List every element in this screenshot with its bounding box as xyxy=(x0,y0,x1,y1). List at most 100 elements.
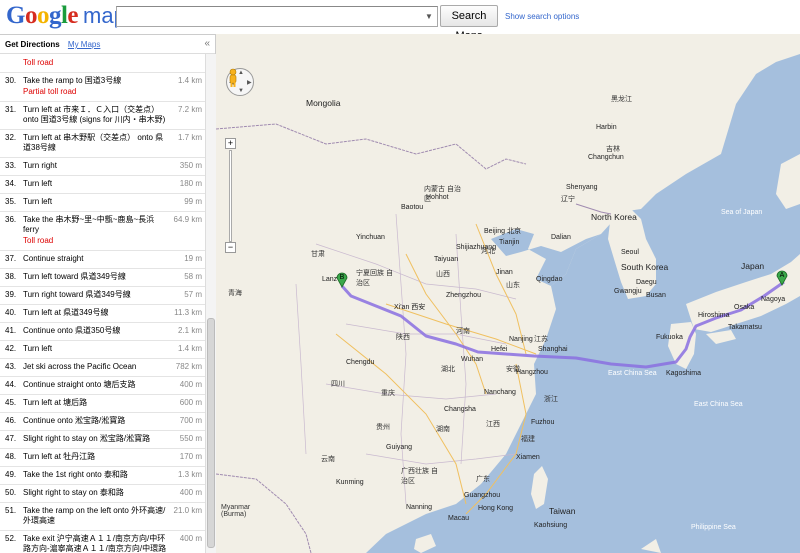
map-label-beijing: Beijing 北京 xyxy=(484,228,521,235)
map-label-japan: Japan xyxy=(741,261,765,271)
direction-step[interactable]: 42. Turn left 1.4 km xyxy=(0,341,205,359)
collapse-panel-icon[interactable]: « xyxy=(204,38,210,49)
direction-step[interactable]: 35. Turn left 99 m xyxy=(0,194,205,212)
pan-down-icon[interactable]: ▼ xyxy=(238,88,244,94)
step-instruction: Take exit 沪宁高速Ａ１１/南京方向/中环路方向-滬寧高速Ａ１１/南京方… xyxy=(23,534,167,553)
step-number: 51. xyxy=(5,506,17,515)
map-label-jinan: Jinan xyxy=(496,269,513,276)
step-instruction: Turn left xyxy=(23,344,53,353)
step-instruction: Take the ramp to 国道3号線 xyxy=(23,76,122,85)
step-distance: 11.3 km xyxy=(174,308,202,317)
marker-a-label: A xyxy=(780,272,785,279)
map-label-hiroshima: Hiroshima xyxy=(698,312,730,319)
panel-tabs: Get Directions My Maps « xyxy=(0,34,215,54)
map-label-south-korea: South Korea xyxy=(621,262,669,272)
map-label-guangzhou: Guangzhou xyxy=(464,492,501,499)
map-label-hong-kong: Hong Kong xyxy=(478,505,514,512)
map-label-changchun: Changchun xyxy=(588,154,624,161)
direction-step[interactable]: Toll road xyxy=(0,54,205,73)
step-instruction: Turn right toward 県道349号線 xyxy=(23,290,131,299)
map-label-zhejiang: 浙江 xyxy=(544,396,558,403)
direction-step[interactable]: 38. Turn left toward 県道349号線 58 m xyxy=(0,269,205,287)
map-label-mongolia: Mongolia xyxy=(306,98,341,108)
step-number: 35. xyxy=(5,197,17,206)
scrollbar-thumb[interactable] xyxy=(207,318,215,548)
search-input[interactable]: ▼ xyxy=(116,6,438,27)
step-distance: 21.0 km xyxy=(173,506,202,515)
map-label-busan: Busan xyxy=(646,292,666,299)
step-distance: 99 m xyxy=(184,197,202,206)
zoom-in-button[interactable]: + xyxy=(225,138,236,149)
step-instruction: Slight right to stay on 泰和路 xyxy=(23,488,124,497)
direction-step[interactable]: 51. Take the ramp on the left onto 外环高速/外… xyxy=(0,503,205,531)
direction-step[interactable]: 48. Turn left at 牡丹江路 170 m xyxy=(0,449,205,467)
step-distance: 7.2 km xyxy=(177,105,202,114)
route-marker-b[interactable]: B xyxy=(336,270,348,288)
search-maps-button[interactable]: Search Maps xyxy=(440,5,498,42)
map-canvas[interactable]: ▲ ◀ ▶ ▼ + − B A Mongolia North Korea Sou… xyxy=(216,34,800,553)
map-label-sichuan: 四川 xyxy=(331,381,345,388)
map-label-qingdao: Qingdao xyxy=(536,276,563,283)
direction-step[interactable]: 49. Take the 1st right onto 泰和路 1.3 km xyxy=(0,467,205,485)
panel-scrollbar[interactable] xyxy=(205,54,216,553)
directions-panel: Get Directions My Maps « Toll road 30. Tak… xyxy=(0,34,216,553)
map-label-liaoning: 辽宁 xyxy=(561,196,575,203)
hainan-island xyxy=(414,534,436,553)
direction-step[interactable]: 40. Turn left at 県道349号線 11.3 km xyxy=(0,305,205,323)
search-history-dropdown-icon[interactable]: ▼ xyxy=(421,7,437,26)
top-bar: Google maps ▼ Search Maps Show search op… xyxy=(0,0,800,42)
direction-step[interactable]: 45. Turn left at 塘后路 600 m xyxy=(0,395,205,413)
zoom-out-button[interactable]: − xyxy=(225,242,236,253)
step-number: 43. xyxy=(5,362,17,371)
map-label-lanzhou: Lanz xyxy=(322,276,338,283)
step-number: 52. xyxy=(5,534,17,543)
direction-step[interactable]: 36. Take the 串木野~里~中甑~鹿島~長浜 ferry 64.9 km T… xyxy=(0,212,205,251)
logo-letter: o xyxy=(24,2,38,29)
zoom-slider[interactable] xyxy=(229,150,232,242)
map-label-nanchang: Nanchang xyxy=(484,389,516,396)
step-distance: 58 m xyxy=(184,272,202,281)
step-instruction: Continue onto 県道350号線 xyxy=(23,326,121,335)
map-label-ningxia: 宁夏回族 自治区 xyxy=(356,270,393,287)
direction-step[interactable]: 32. Turn left at 串木野駅（交差点） onto 県道38号線 1.7… xyxy=(0,130,205,158)
direction-step[interactable]: 44. Continue straight onto 塘后支路 400 m xyxy=(0,377,205,395)
step-distance: 57 m xyxy=(184,290,202,299)
step-distance: 350 m xyxy=(179,161,202,170)
street-view-pegman-icon[interactable] xyxy=(226,68,240,88)
map-label-heilongjiang: 黑龙江 xyxy=(611,96,632,103)
direction-step[interactable]: 37. Continue straight 19 m xyxy=(0,251,205,269)
japan-hokkaido xyxy=(776,154,800,209)
step-note: Toll road xyxy=(23,58,54,67)
direction-step[interactable]: 52. Take exit 沪宁高速Ａ１１/南京方向/中环路方向-滬寧高速Ａ１１/… xyxy=(0,531,205,553)
step-instruction: Continue straight onto 塘后支路 xyxy=(23,380,136,389)
step-distance: 600 m xyxy=(179,398,202,407)
direction-step[interactable]: 39. Turn right toward 県道349号線 57 m xyxy=(0,287,205,305)
logo-google-text: Google xyxy=(6,2,78,30)
step-instruction: Turn left at 串木野駅（交差点） onto 県道38号線 xyxy=(23,133,164,152)
map-label-qinghai: 青海 xyxy=(228,290,242,297)
tab-my-maps[interactable]: My Maps xyxy=(68,40,100,49)
map-label-gwangju: Gwangju xyxy=(614,288,642,295)
direction-step[interactable]: 46. Continue onto 淞宝路/淞寶路 700 m xyxy=(0,413,205,431)
direction-step[interactable]: 41. Continue onto 県道350号線 2.1 km xyxy=(0,323,205,341)
direction-step[interactable]: 34. Turn left 180 m xyxy=(0,176,205,194)
map-navigation-control: ▲ ◀ ▶ ▼ xyxy=(226,68,254,96)
step-number: 34. xyxy=(5,179,17,188)
tab-get-directions[interactable]: Get Directions xyxy=(5,40,60,49)
map-label-wuhan: Wuhan xyxy=(461,356,484,363)
step-number: 31. xyxy=(5,105,17,114)
map-label-daegu: Daegu xyxy=(636,279,657,286)
step-distance: 170 m xyxy=(179,452,202,461)
map-label-fujian: 福建 xyxy=(521,436,535,443)
pan-right-icon[interactable]: ▶ xyxy=(247,79,252,86)
direction-step[interactable]: 31. Turn left at 市来Ｉ．Ｃ入口（交差点） onto 国道3号線 … xyxy=(0,102,205,130)
show-search-options-link[interactable]: Show search options xyxy=(505,12,579,21)
direction-step[interactable]: 43. Jet ski across the Pacific Ocean 782 k… xyxy=(0,359,205,377)
map-label-changsha: Changsha xyxy=(444,406,476,413)
direction-step[interactable]: 33. Turn right 350 m xyxy=(0,158,205,176)
route-marker-a[interactable]: A xyxy=(776,268,788,286)
direction-step[interactable]: 50. Slight right to stay on 泰和路 400 m xyxy=(0,485,205,503)
direction-step[interactable]: 30. Take the ramp to 国道3号線 1.4 km Partial t… xyxy=(0,73,205,102)
direction-step[interactable]: 47. Slight right to stay on 淞宝路/淞寶路 550 m xyxy=(0,431,205,449)
step-instruction: Jet ski across the Pacific Ocean xyxy=(23,362,137,371)
